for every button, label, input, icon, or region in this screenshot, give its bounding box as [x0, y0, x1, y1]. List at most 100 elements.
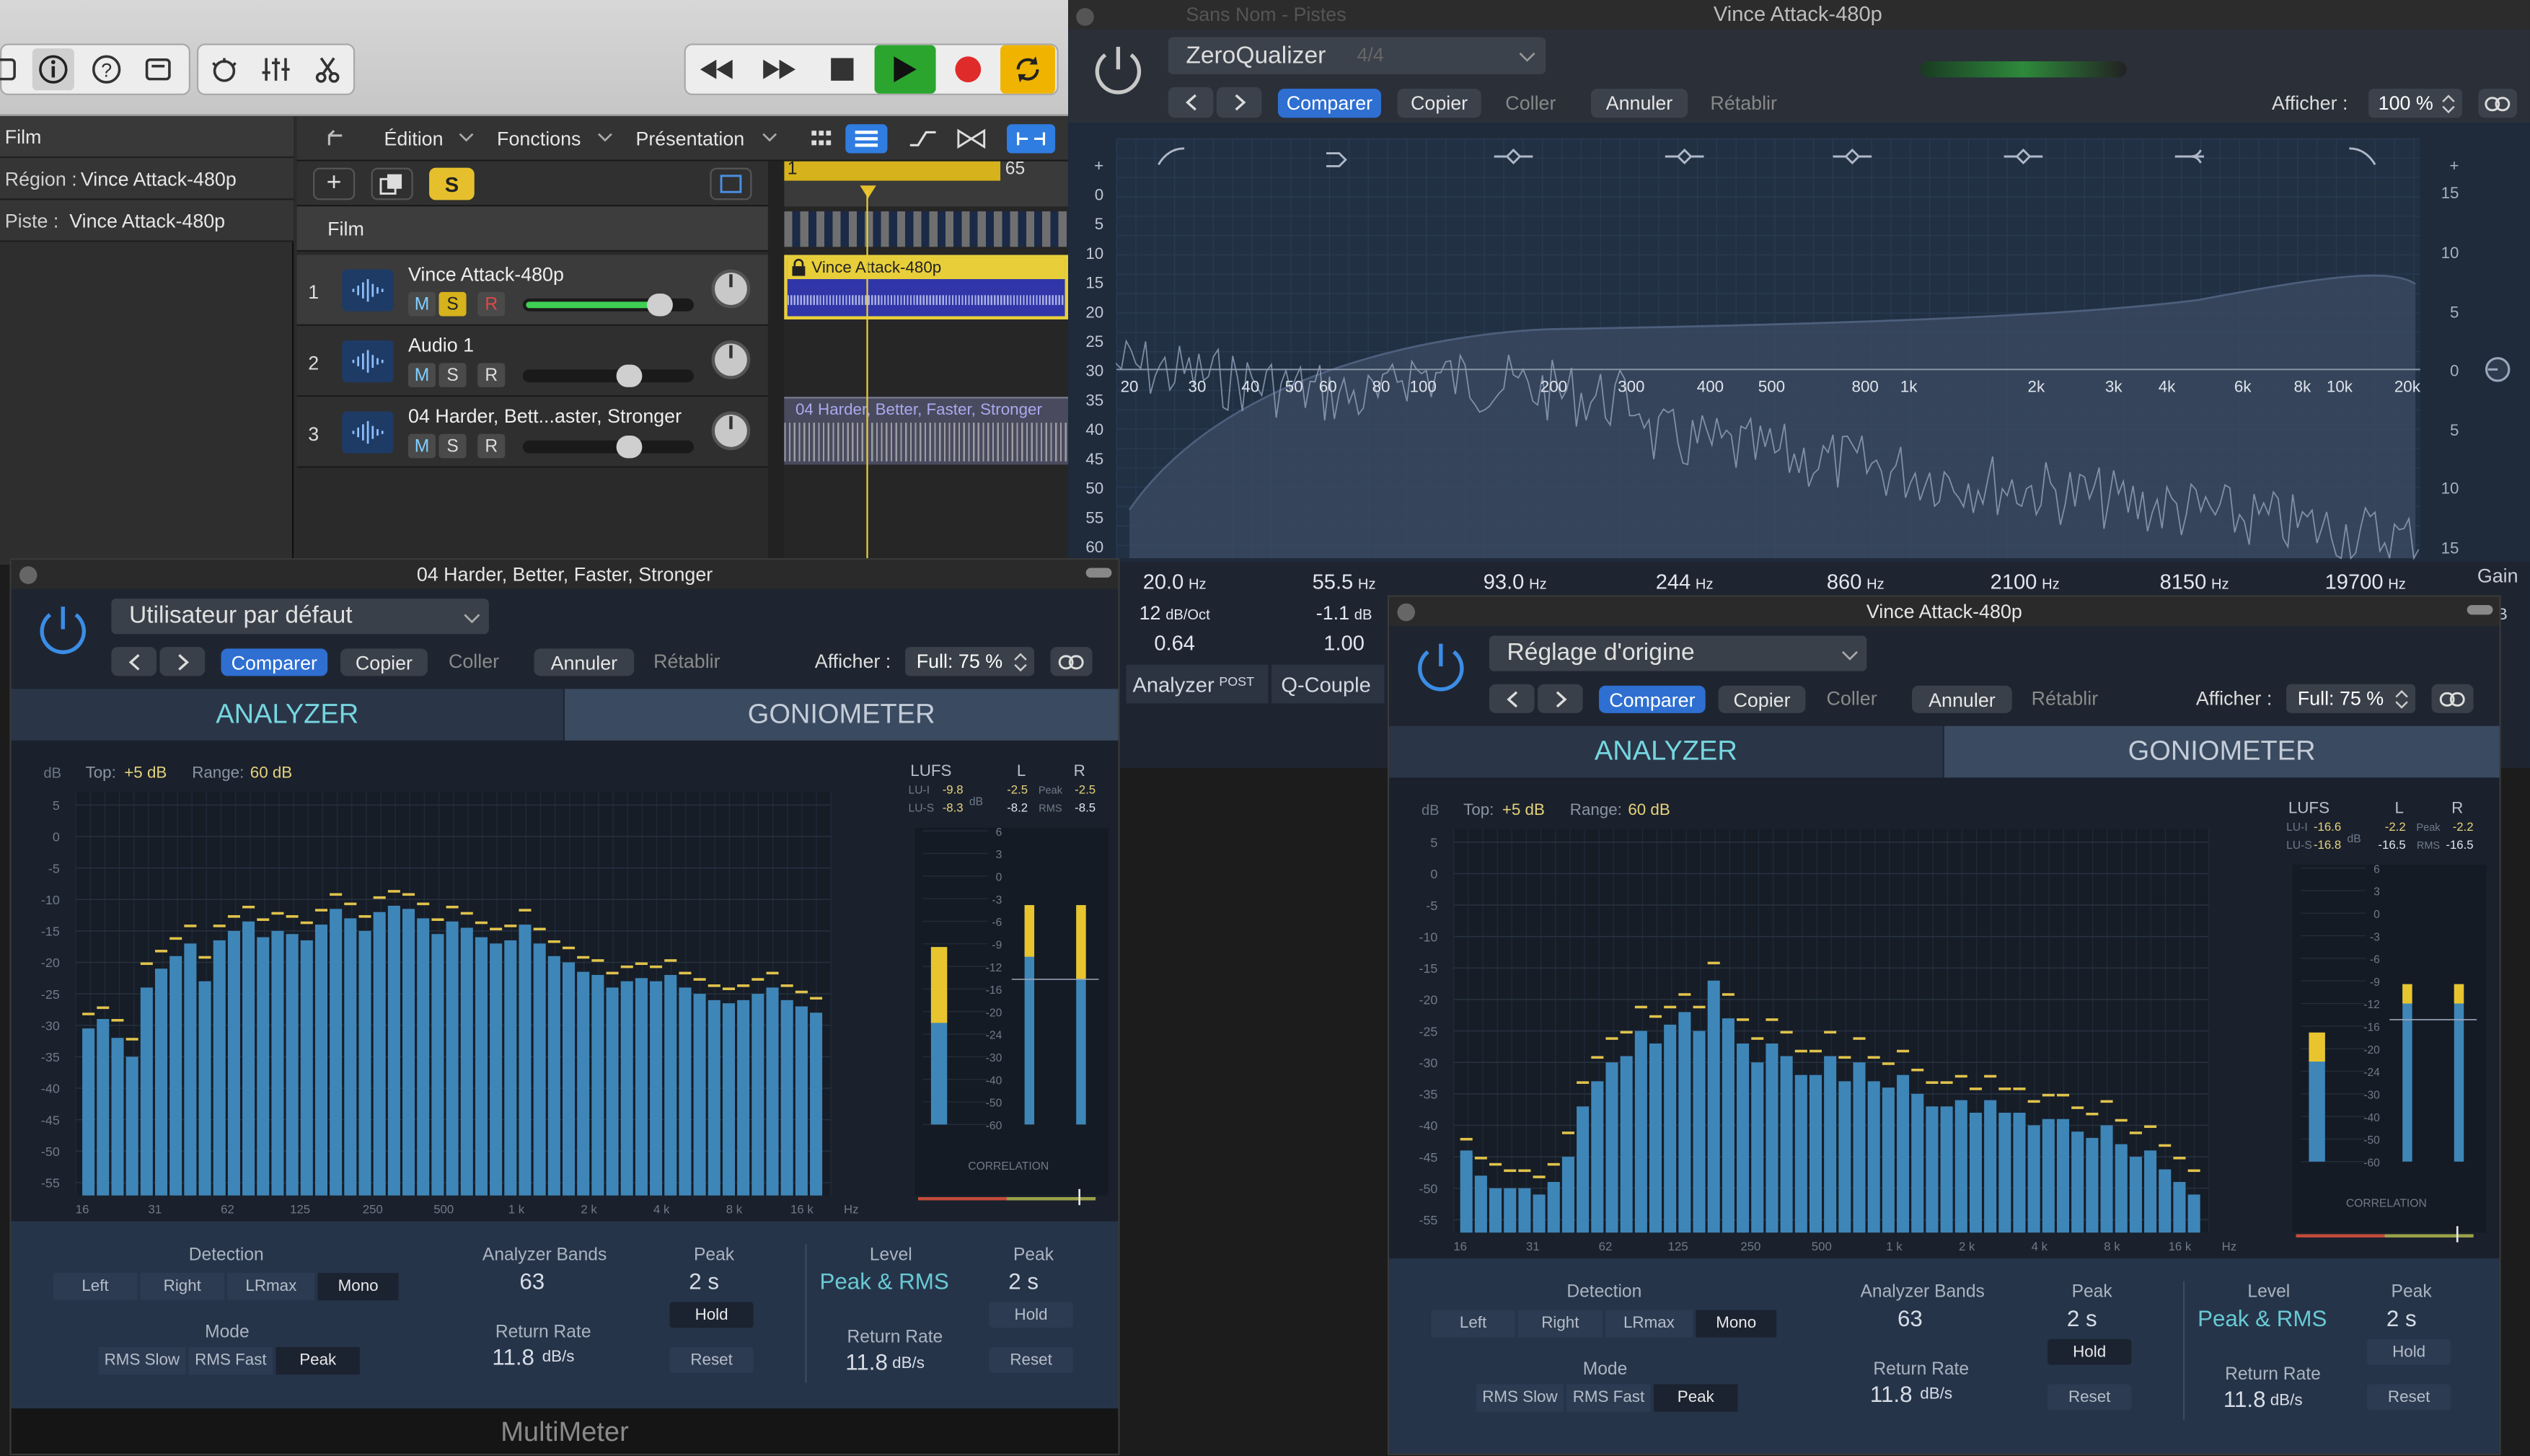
mm-peak-value[interactable]: 2 s — [689, 1270, 719, 1292]
mm-paste-button[interactable]: Coller — [1827, 689, 1877, 708]
track-volume-slider[interactable] — [522, 440, 694, 454]
track-mute-button[interactable]: M — [408, 433, 436, 459]
mm-analyzer-bands-value[interactable]: 63 — [519, 1270, 545, 1292]
zq-close-icon[interactable] — [1075, 6, 1094, 26]
zq-copy-button[interactable]: Copier — [1397, 89, 1481, 118]
zq-band-q[interactable]: 0.64 — [1154, 632, 1195, 656]
inspector-track-value[interactable]: Vince Attack-480p — [69, 211, 225, 231]
mm-return-rate-value-2[interactable]: 11.8 — [845, 1351, 888, 1373]
mm-next-button[interactable] — [1538, 684, 1583, 713]
zq-power-icon[interactable] — [1088, 39, 1149, 100]
track-record-button[interactable]: R — [477, 291, 506, 317]
add-track-button[interactable]: + — [313, 167, 356, 200]
mm-range-value[interactable]: 60 dB — [1628, 800, 1670, 819]
mm-detection-lrmax-button[interactable]: LRmax — [1605, 1310, 1693, 1338]
mm-redo-button[interactable]: Rétablir — [653, 652, 720, 671]
mm-paste-button[interactable]: Coller — [449, 652, 499, 671]
mm-detection-right-button[interactable]: Right — [1518, 1310, 1603, 1338]
mm-level-value[interactable]: Peak & RMS — [819, 1270, 948, 1292]
mm-analyzer-bands-value[interactable]: 63 — [1898, 1307, 1923, 1329]
mm-analyzer-display[interactable]: dB Top: +5 dB Range: 60 dB50-5-10-15-20-25-3… — [1389, 777, 2499, 1258]
mm-compare-button[interactable]: Comparer — [1599, 685, 1706, 713]
list-view-icon[interactable] — [845, 124, 888, 154]
zq-redo-button[interactable]: Rétablir — [1710, 94, 1777, 113]
mm-link-button[interactable] — [2431, 684, 2474, 713]
track-mute-button[interactable]: M — [408, 363, 436, 387]
mm-tab-goniometer[interactable]: GONIOMETER — [1944, 725, 2500, 778]
mm-detection-right-button[interactable]: Right — [140, 1273, 224, 1301]
mm-mode-rms-fast-button[interactable]: RMS Fast — [1566, 1384, 1651, 1412]
zq-prev-button[interactable] — [1168, 87, 1214, 118]
track-mute-button[interactable]: M — [408, 291, 436, 317]
zq-band-q[interactable]: 1.00 — [1323, 632, 1365, 656]
mm-mode-rms-slow-button[interactable]: RMS Slow — [98, 1347, 186, 1375]
mm-return-rate-value[interactable]: 11.8 — [1870, 1382, 1913, 1405]
zq-analyzer-button[interactable]: Analyzer POST — [1126, 664, 1269, 704]
inbox-icon[interactable] — [137, 48, 179, 90]
menu-functions[interactable]: Fonctions — [497, 129, 581, 149]
rewind-icon[interactable] — [691, 48, 743, 90]
mm-peak-value-2[interactable]: 2 s — [2386, 1307, 2417, 1329]
mm-detection-lrmax-button[interactable]: LRmax — [227, 1273, 315, 1301]
mm-mode-rms-slow-button[interactable]: RMS Slow — [1476, 1384, 1564, 1412]
zq-link-button[interactable] — [2478, 89, 2518, 118]
film-track-label[interactable]: Film — [327, 219, 364, 239]
mm-detection-left-button[interactable]: Left — [53, 1273, 138, 1301]
track-volume-thumb[interactable] — [616, 436, 643, 459]
library-icon[interactable] — [0, 52, 19, 87]
track-record-button[interactable]: R — [477, 363, 506, 387]
mm-peak-value[interactable]: 2 s — [2067, 1307, 2097, 1329]
track-name[interactable]: 04 Harder, Bett...aster, Stronger — [408, 407, 682, 426]
mm-hold-button-2[interactable]: Hold — [989, 1302, 1073, 1328]
mm-level-value[interactable]: Peak & RMS — [2198, 1307, 2327, 1329]
playhead-line[interactable] — [866, 190, 868, 565]
mm-redo-button[interactable]: Rétablir — [2032, 689, 2099, 708]
record-icon[interactable] — [943, 48, 995, 90]
mm-reset-button[interactable]: Reset — [2048, 1384, 2132, 1411]
mm-top-value[interactable]: +5 dB — [1502, 800, 1545, 819]
mm-mode-peak-button[interactable]: Peak — [276, 1347, 360, 1375]
menu-edit[interactable]: Édition — [384, 129, 443, 149]
mm-copy-button[interactable]: Copier — [1718, 685, 1806, 713]
mixer-icon[interactable] — [255, 48, 296, 90]
track-volume-thumb[interactable] — [647, 294, 673, 317]
mm-analyzer-display[interactable]: dB Top: +5 dB Range: 60 dB50-5-10-15-20-25-3… — [12, 741, 1119, 1222]
mm-mode-peak-button[interactable]: Peak — [1654, 1384, 1738, 1412]
mm-compare-button[interactable]: Comparer — [221, 648, 328, 676]
mm-undo-button[interactable]: Annuler — [1912, 685, 2012, 713]
smart-controls-icon[interactable] — [203, 48, 245, 90]
track-solo-button[interactable]: S — [438, 291, 467, 317]
mm-range-value[interactable]: 60 dB — [250, 763, 292, 781]
menu-view[interactable]: Présentation — [635, 129, 744, 149]
mm-detection-left-button[interactable]: Left — [1431, 1310, 1515, 1338]
track-solo-button[interactable]: S — [438, 363, 467, 387]
info-icon[interactable] — [32, 48, 74, 91]
mm-next-button[interactable] — [159, 647, 206, 676]
duplicate-track-icon[interactable] — [371, 167, 413, 200]
mm-reset-button-2[interactable]: Reset — [989, 1347, 1073, 1373]
zq-qcouple-button[interactable]: Q-Couple — [1271, 664, 1385, 704]
fast-forward-icon[interactable] — [754, 48, 806, 90]
mm-link-button[interactable] — [1050, 647, 1093, 676]
track-volume-thumb[interactable] — [616, 364, 643, 387]
play-icon[interactable] — [874, 45, 936, 94]
mm-power-icon[interactable] — [34, 600, 92, 658]
inspector-region-value[interactable]: Vince Attack-480p — [81, 169, 237, 189]
mm-tab-analyzer[interactable]: ANALYZER — [11, 689, 563, 741]
mm-power-icon[interactable] — [1412, 637, 1471, 696]
scissors-icon[interactable] — [307, 48, 348, 90]
zq-paste-button[interactable]: Coller — [1505, 94, 1556, 113]
back-arrow-icon[interactable] — [316, 123, 351, 155]
mm-tab-goniometer[interactable]: GONIOMETER — [565, 689, 1119, 741]
mm-mode-rms-fast-button[interactable]: RMS Fast — [188, 1347, 273, 1375]
mm-reset-button-2[interactable]: Reset — [2366, 1384, 2451, 1411]
track-volume-slider[interactable] — [522, 369, 694, 383]
mm-copy-button[interactable]: Copier — [340, 648, 428, 676]
automation-icon[interactable] — [904, 124, 943, 153]
mm-prev-button[interactable] — [1489, 684, 1535, 713]
track-solo-button[interactable]: S — [438, 433, 467, 459]
mm-return-rate-value[interactable]: 11.8 — [492, 1346, 534, 1368]
mm-detection-mono-button[interactable]: Mono — [1696, 1310, 1777, 1338]
track-name[interactable]: Audio 1 — [408, 335, 474, 355]
track-name[interactable]: Vince Attack-480p — [408, 265, 564, 284]
